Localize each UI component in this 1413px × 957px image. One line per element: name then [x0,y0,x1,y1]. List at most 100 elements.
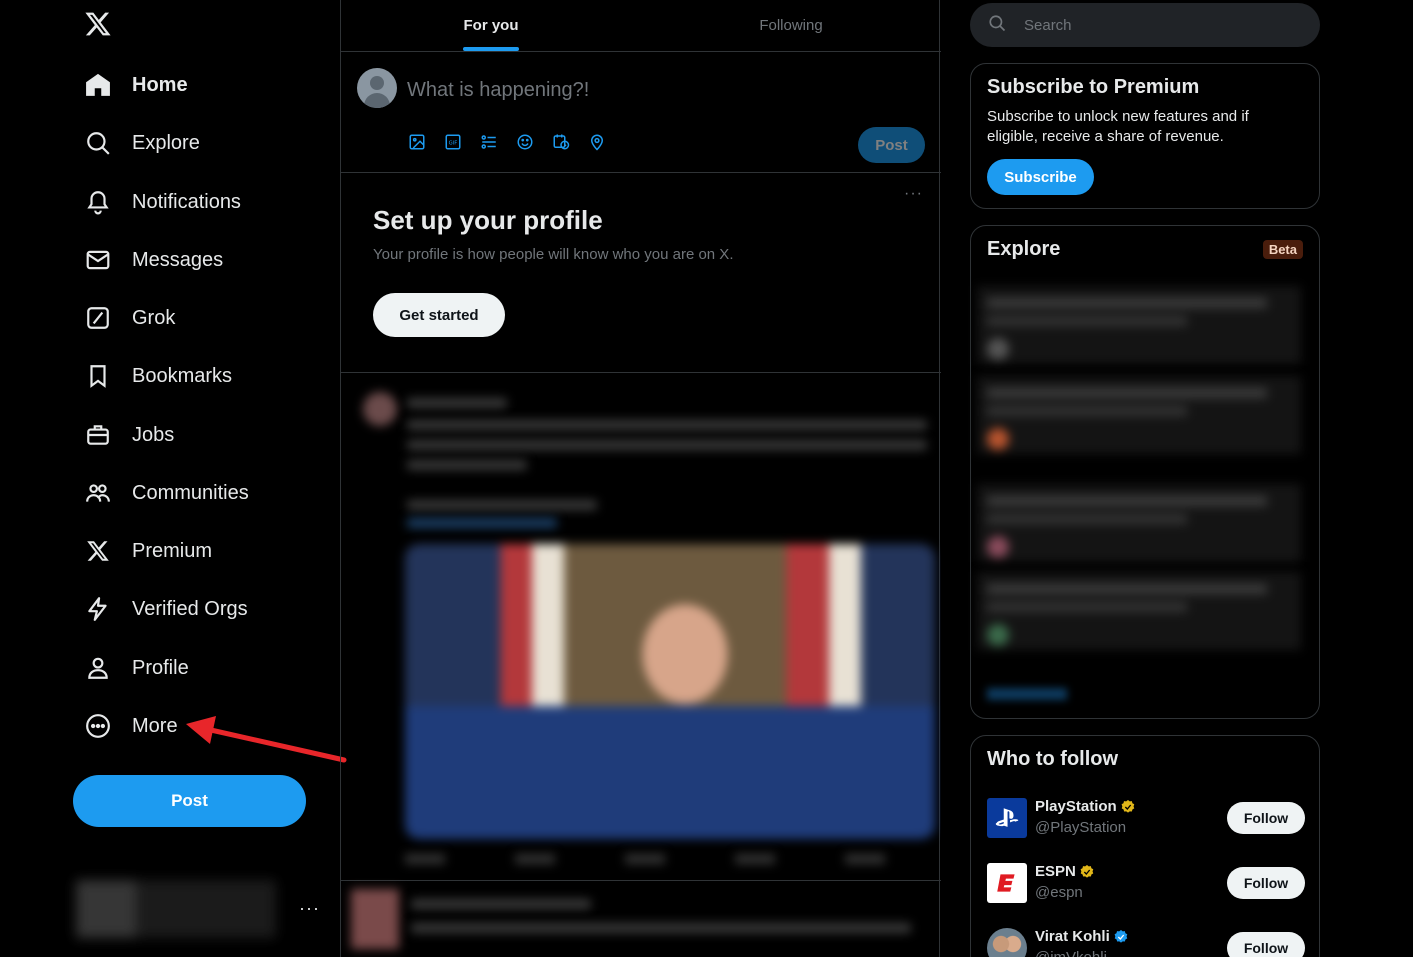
sidebar-item-explore[interactable]: Explore [84,123,200,163]
explore-item-blurred[interactable] [977,376,1301,454]
sidebar-item-label: More [132,714,178,737]
sidebar-item-label: Home [132,73,188,96]
post-author-blurred [411,899,591,909]
setup-profile-title: Set up your profile [373,205,603,235]
explore-item-blurred[interactable] [977,572,1301,650]
sidebar-item-verified-orgs[interactable]: Verified Orgs [84,589,248,629]
svg-text:GIF: GIF [449,140,458,146]
gold-verified-badge-icon [1121,799,1134,813]
sidebar-item-grok[interactable]: Grok [84,298,175,338]
tab-following[interactable]: Following [641,0,941,51]
more-circle-icon [84,712,112,740]
emoji-icon[interactable] [515,132,535,152]
image-icon[interactable] [407,132,427,152]
post-author-blurred [407,398,507,408]
sidebar-item-home[interactable]: Home [84,65,188,105]
premium-text: Subscribe to unlock new features and if … [987,108,1249,145]
account-handle: @imVkohli [1035,949,1107,957]
sidebar-item-profile[interactable]: Profile [84,648,189,688]
who-to-follow-title: Who to follow [987,748,1119,770]
poll-icon[interactable] [479,132,499,152]
main-timeline: For you Following GIF Post ··· Set up yo… [340,0,941,957]
search-bar[interactable] [970,3,1320,47]
post-text-blurred [411,923,911,933]
account-more-icon[interactable]: ··· [299,898,320,919]
compose-input[interactable] [407,76,907,104]
beta-badge: Beta [1262,240,1303,259]
x-app: Home Explore Notifications Messages Grok [0,0,1413,957]
sidebar-item-more[interactable]: More [84,706,178,746]
post-avatar-blurred[interactable] [363,392,397,426]
premium-title: Subscribe to Premium [987,76,1200,98]
post-avatar-blurred[interactable] [351,889,399,949]
follow-button[interactable]: Follow [1227,932,1305,957]
timeline-feed [341,374,941,957]
bookmark-icon [84,362,112,390]
follow-suggestion[interactable]: Virat Kohli @imVkohli Follow [987,928,1305,957]
post-button[interactable]: Post [73,775,306,827]
gold-verified-badge-icon [1080,864,1094,878]
schedule-icon[interactable] [551,132,571,152]
subscribe-button[interactable]: Subscribe [987,159,1094,195]
gif-icon[interactable]: GIF [443,132,463,152]
sidebar-item-label: Notifications [132,190,241,213]
x-logo-icon [84,537,112,565]
sidebar-item-messages[interactable]: Messages [84,240,223,280]
account-name: PlayStation [1035,798,1136,815]
follow-suggestion[interactable]: ESPN @espn Follow [987,863,1305,907]
grok-icon [84,304,112,332]
search-icon [84,129,112,157]
composer-post-button[interactable]: Post [858,127,925,163]
post-text-blurred [407,420,927,430]
sidebar-item-label: Jobs [132,423,175,446]
explore-card: Explore Beta [970,225,1320,719]
espn-logo-icon [987,863,1027,903]
person-icon [84,654,112,682]
account-handle: @PlayStation [1035,819,1127,836]
post-text-blurred [407,440,927,450]
explore-title: Explore [987,238,1061,260]
follow-button[interactable]: Follow [1227,867,1305,899]
sidebar-item-jobs[interactable]: Jobs [84,415,174,455]
post-text-blurred [407,500,597,510]
sidebar-item-communities[interactable]: Communities [84,473,249,513]
blue-verified-badge-icon [1114,929,1128,943]
annotation-arrow-icon [186,716,347,763]
briefcase-icon [84,421,112,449]
x-logo-icon[interactable] [84,10,114,40]
tab-for-you[interactable]: For you [341,0,641,51]
explore-item-blurred[interactable] [977,286,1301,364]
avatar[interactable] [357,68,397,108]
follow-suggestion[interactable]: PlayStation @PlayStation Follow [987,798,1305,842]
get-started-button[interactable]: Get started [373,293,505,337]
post-link-blurred[interactable] [407,518,557,528]
sidebar-item-bookmarks[interactable]: Bookmarks [84,356,232,396]
show-more-link-blurred[interactable] [987,688,1067,700]
account-switcher[interactable]: ··· [76,880,326,938]
account-handle: @espn [1035,884,1083,901]
sidebar-item-label: Messages [132,248,224,271]
account-name: ESPN [1035,863,1095,880]
bell-icon [84,188,112,216]
right-sidebar: Subscribe to Premium Subscribe to unlock… [970,0,1320,957]
post-media-blurred[interactable] [405,544,935,839]
composer-toolbar: GIF [407,132,607,152]
sidebar-item-notifications[interactable]: Notifications [84,182,241,222]
sidebar-item-premium[interactable]: Premium [84,531,212,571]
post-text-blurred [407,460,527,470]
sidebar-item-label: Verified Orgs [132,597,248,620]
premium-card: Subscribe to Premium Subscribe to unlock… [970,63,1320,209]
sidebar-item-label: Communities [132,481,249,504]
sidebar-item-label: Profile [132,656,189,679]
next-post [341,880,941,957]
search-input[interactable] [1024,16,1284,34]
more-options-icon[interactable]: ··· [904,185,923,203]
setup-profile-subtitle: Your profile is how people will know who… [373,246,734,263]
explore-item-blurred[interactable] [977,484,1301,562]
avatar [987,928,1027,957]
follow-button[interactable]: Follow [1227,802,1305,834]
sidebar-item-label: Grok [132,306,176,329]
who-to-follow-card: Who to follow PlayStation @PlayStation F… [970,735,1320,957]
location-icon[interactable] [587,132,607,152]
search-icon [988,14,1006,37]
